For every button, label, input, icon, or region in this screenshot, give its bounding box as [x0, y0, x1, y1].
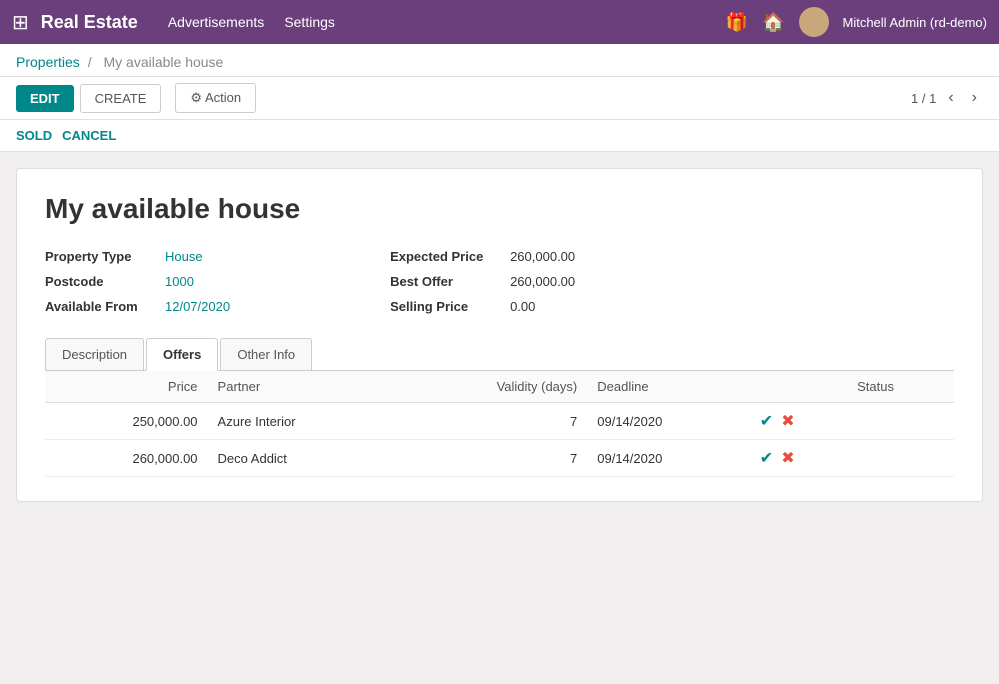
top-navigation: ⊞ Real Estate Advertisements Settings 🎁 …: [0, 0, 999, 44]
action-button[interactable]: ⚙ Action: [175, 83, 256, 113]
breadcrumb-current: My available house: [103, 54, 223, 70]
field-best-offer: Best Offer 260,000.00: [390, 274, 575, 289]
reject-icon[interactable]: ✖: [781, 411, 794, 431]
field-available-from: Available From 12/07/2020: [45, 299, 230, 314]
nav-right-section: 🎁 🏠 Mitchell Admin (rd-demo): [726, 7, 987, 37]
offer-partner-2: Deco Addict: [208, 440, 395, 477]
nav-settings[interactable]: Settings: [284, 14, 335, 30]
breadcrumb-parent[interactable]: Properties: [16, 54, 80, 70]
field-postcode: Postcode 1000: [45, 274, 230, 289]
offer-deadline-2: 09/14/2020: [587, 440, 750, 477]
breadcrumb-separator: /: [88, 54, 92, 70]
avatar[interactable]: [799, 7, 829, 37]
table-header: Price Partner Validity (days) Deadline S…: [45, 371, 954, 403]
tab-description[interactable]: Description: [45, 338, 144, 370]
field-expected-price: Expected Price 260,000.00: [390, 249, 575, 264]
tab-offers[interactable]: Offers: [146, 338, 218, 371]
property-fields: Property Type House Postcode 1000 Availa…: [45, 249, 954, 314]
field-label-postcode: Postcode: [45, 274, 155, 289]
accept-icon[interactable]: ✔: [760, 448, 773, 468]
breadcrumb: Properties / My available house: [0, 44, 999, 77]
status-bar: SOLD CANCEL: [0, 120, 999, 152]
edit-button[interactable]: EDIT: [16, 85, 74, 112]
pagination-next[interactable]: ›: [966, 87, 983, 109]
table-row: 250,000.00 Azure Interior 7 09/14/2020 ✔…: [45, 403, 954, 440]
col-partner: Partner: [208, 371, 395, 403]
col-price: Price: [45, 371, 208, 403]
nav-links: Advertisements Settings: [168, 14, 726, 30]
tab-other-info[interactable]: Other Info: [220, 338, 312, 370]
offer-deadline-1: 09/14/2020: [587, 403, 750, 440]
accept-icon[interactable]: ✔: [760, 411, 773, 431]
app-title: Real Estate: [41, 12, 138, 33]
field-value-expected-price: 260,000.00: [510, 249, 575, 264]
field-property-type: Property Type House: [45, 249, 230, 264]
field-value-selling-price: 0.00: [510, 299, 535, 314]
field-value-postcode: 1000: [165, 274, 194, 289]
col-validity: Validity (days): [395, 371, 587, 403]
col-status: Status: [750, 371, 954, 403]
reject-icon[interactable]: ✖: [781, 448, 794, 468]
offer-actions-2: ✔ ✖: [750, 440, 954, 477]
cancel-button[interactable]: CANCEL: [62, 124, 116, 147]
field-value-property-type: House: [165, 249, 203, 264]
col-deadline: Deadline: [587, 371, 750, 403]
action-bar: EDIT CREATE ⚙ Action 1 / 1 ‹ ›: [0, 77, 999, 120]
tabs: Description Offers Other Info: [45, 338, 954, 371]
offer-partner-1: Azure Interior: [208, 403, 395, 440]
offer-price-1: 250,000.00: [45, 403, 208, 440]
home-icon[interactable]: 🏠: [762, 12, 784, 33]
pagination: 1 / 1 ‹ ›: [911, 87, 983, 109]
property-title: My available house: [45, 193, 954, 225]
field-value-best-offer: 260,000.00: [510, 274, 575, 289]
pagination-prev[interactable]: ‹: [942, 87, 959, 109]
field-value-available-from: 12/07/2020: [165, 299, 230, 314]
offer-actions-1: ✔ ✖: [750, 403, 954, 440]
field-label-best-offer: Best Offer: [390, 274, 500, 289]
offer-validity-2: 7: [395, 440, 587, 477]
field-label-selling-price: Selling Price: [390, 299, 500, 314]
table-row: 260,000.00 Deco Addict 7 09/14/2020 ✔ ✖: [45, 440, 954, 477]
field-label-available-from: Available From: [45, 299, 155, 314]
nav-advertisements[interactable]: Advertisements: [168, 14, 264, 30]
grid-icon[interactable]: ⊞: [12, 10, 29, 35]
main-content: My available house Property Type House P…: [0, 152, 999, 518]
field-label-expected-price: Expected Price: [390, 249, 500, 264]
fields-left: Property Type House Postcode 1000 Availa…: [45, 249, 230, 314]
offer-price-2: 260,000.00: [45, 440, 208, 477]
field-selling-price: Selling Price 0.00: [390, 299, 575, 314]
field-label-property-type: Property Type: [45, 249, 155, 264]
pagination-label: 1 / 1: [911, 91, 936, 106]
user-name: Mitchell Admin (rd-demo): [843, 15, 988, 30]
gift-icon[interactable]: 🎁: [726, 12, 748, 33]
property-card: My available house Property Type House P…: [16, 168, 983, 502]
sold-button[interactable]: SOLD: [16, 124, 52, 147]
fields-right: Expected Price 260,000.00 Best Offer 260…: [390, 249, 575, 314]
create-button[interactable]: CREATE: [80, 84, 162, 113]
offers-table: Price Partner Validity (days) Deadline S…: [45, 371, 954, 477]
offer-validity-1: 7: [395, 403, 587, 440]
